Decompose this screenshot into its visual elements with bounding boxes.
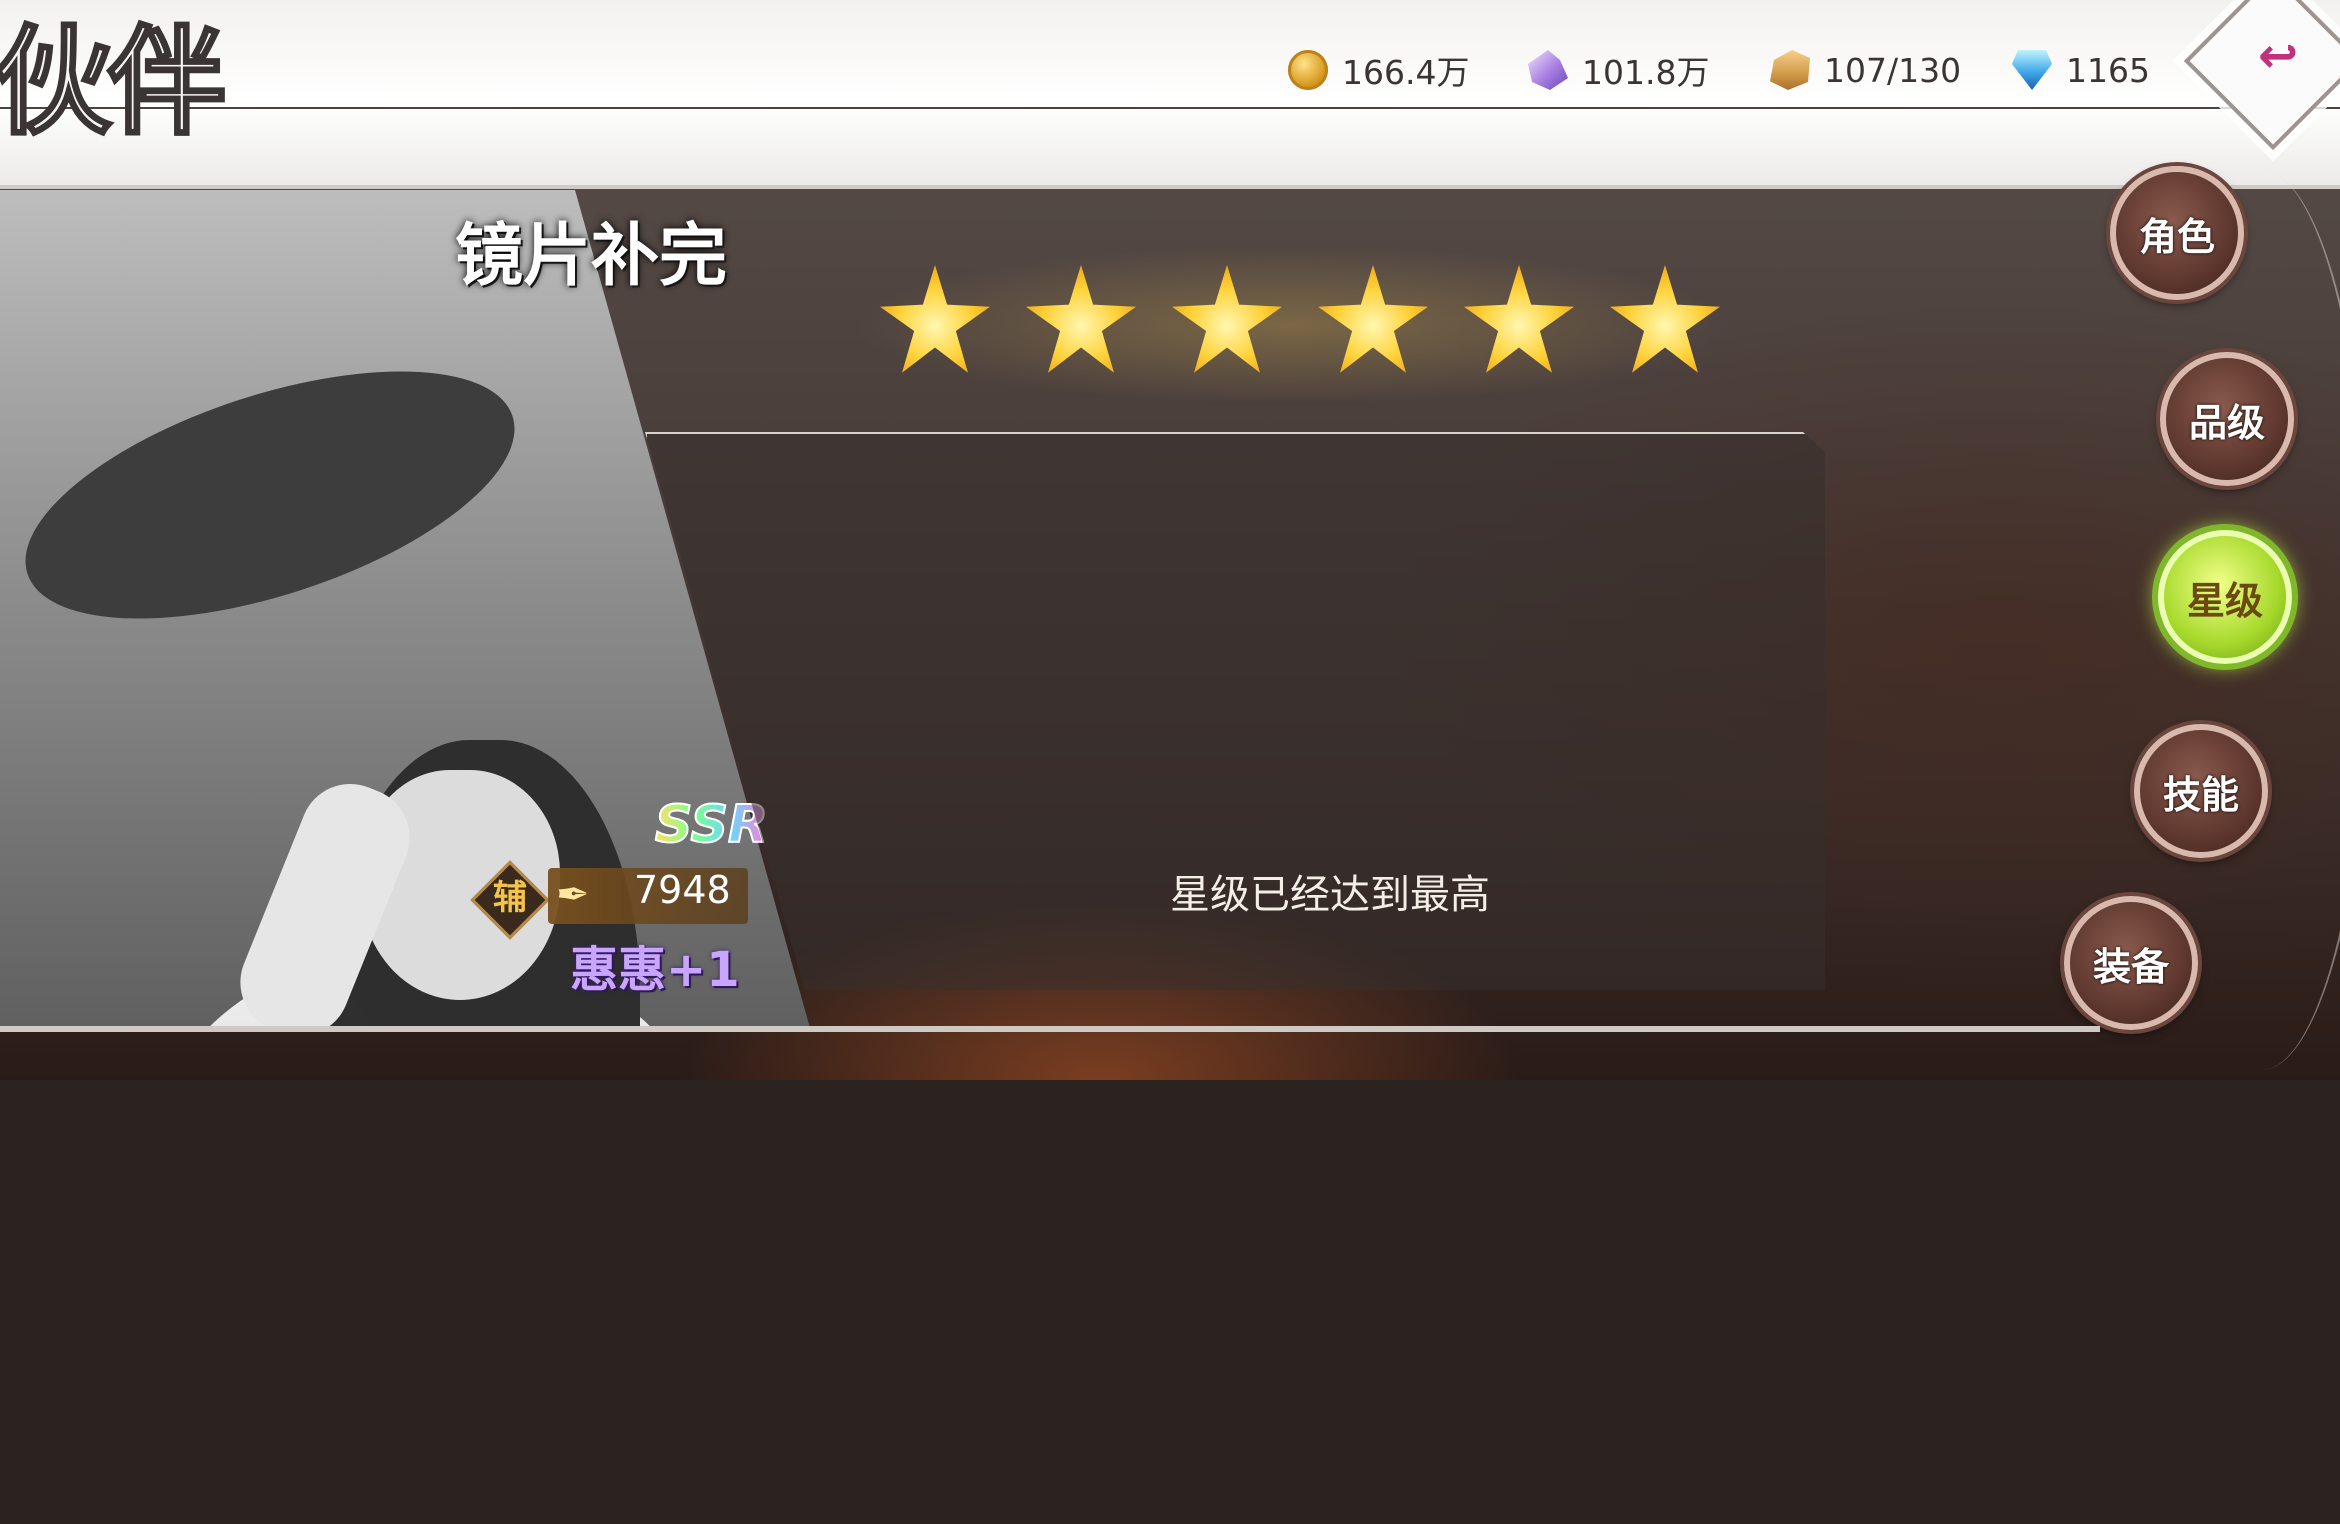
- coin-icon: [1288, 50, 1328, 90]
- return-arrow-icon[interactable]: ↩: [2258, 28, 2298, 84]
- nav-grade-button[interactable]: 品级: [2160, 352, 2294, 486]
- star-icon: [1026, 265, 1136, 373]
- panel-title: 镜片补完: [455, 216, 728, 296]
- coin-resource: 166.4万: [1288, 48, 1469, 92]
- gem-resource: 1165: [2012, 48, 2150, 92]
- star-icon: [1318, 265, 1428, 373]
- star-icon: [880, 265, 990, 373]
- nav-stars-button[interactable]: 星级: [2158, 530, 2292, 664]
- nav-grade-label: 品级: [2188, 400, 2265, 445]
- crystal-icon: [1528, 50, 1568, 90]
- nav-equipment-label: 装备: [2092, 944, 2169, 989]
- star-icon: [1610, 265, 1720, 373]
- quill-icon: ✒: [556, 872, 590, 918]
- crystal-resource: 101.8万: [1528, 48, 1709, 92]
- box-icon: [1770, 50, 1810, 90]
- top-header: [0, 0, 2340, 189]
- role-label: 辅: [493, 878, 527, 918]
- nav-character-label: 角色: [2138, 214, 2215, 259]
- star-rating: [870, 265, 1720, 385]
- stamina-resource: 107/130: [1770, 48, 1961, 92]
- gem-icon: [2012, 50, 2052, 90]
- nav-stars-label: 星级: [2186, 578, 2263, 623]
- nav-character-button[interactable]: 角色: [2110, 166, 2244, 300]
- nav-skills-button[interactable]: 技能: [2134, 724, 2268, 858]
- nav-equipment-button[interactable]: 装备: [2064, 896, 2198, 1030]
- power-value: 7948: [634, 868, 731, 912]
- rarity-badge: SSR: [654, 794, 769, 856]
- star-icon: [1172, 265, 1282, 373]
- stamina-amount: 107/130: [1824, 50, 1962, 90]
- character-name: 惠惠+1: [570, 942, 740, 998]
- panel-bottom-frame: [0, 1026, 2100, 1032]
- max-star-message: 星级已经达到最高: [1170, 872, 1490, 918]
- gem-amount: 1165: [2066, 50, 2150, 90]
- header-divider: [0, 107, 2340, 109]
- star-icon: [1464, 265, 1574, 373]
- crystal-amount: 101.8万: [1582, 53, 1710, 92]
- coin-amount: 166.4万: [1342, 53, 1470, 92]
- page-title: 伙伴: [0, 11, 228, 153]
- nav-skills-label: 技能: [2162, 772, 2239, 817]
